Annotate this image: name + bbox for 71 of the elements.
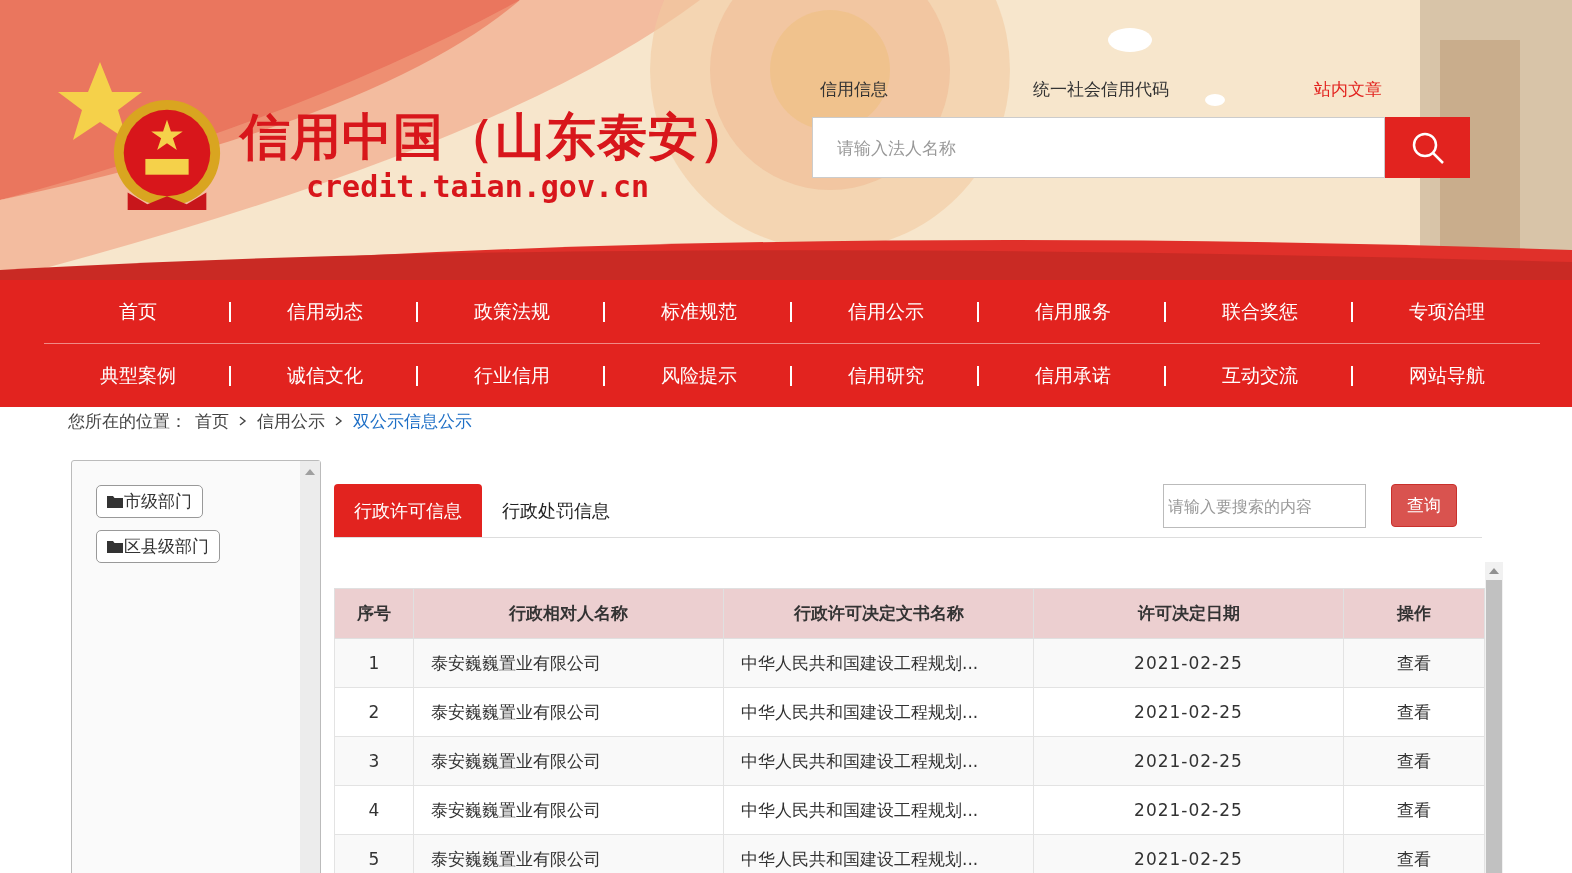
table-cell: 2 xyxy=(334,687,414,737)
search-field[interactable]: 请输入要搜索的内容 xyxy=(1163,484,1366,528)
table-cell: 泰安巍巍置业有限公司 xyxy=(413,638,724,688)
table-cell: 中华人民共和国建设工程规划... xyxy=(723,736,1034,786)
nav-link[interactable]: 信用研究 xyxy=(847,362,924,389)
scroll-up-icon[interactable] xyxy=(1489,568,1499,574)
nav-link[interactable]: 政策法规 xyxy=(473,298,550,325)
nav-link[interactable]: 信用公示 xyxy=(847,298,924,325)
view-link[interactable]: 查看 xyxy=(1397,750,1431,771)
column-header: 行政许可决定文书名称 xyxy=(723,588,1034,639)
search-type-link[interactable]: 统一社会信用代码 xyxy=(1033,78,1169,101)
breadcrumb-link[interactable]: 信用公示 xyxy=(257,409,325,433)
query-button[interactable]: 查询 xyxy=(1391,484,1457,527)
view-link[interactable]: 查看 xyxy=(1397,848,1431,869)
tab[interactable]: 行政处罚信息 xyxy=(482,484,630,537)
table-cell: 1 xyxy=(334,638,414,688)
folder-button[interactable]: 市级部门 xyxy=(96,485,203,518)
scroll-up-icon[interactable] xyxy=(305,469,315,475)
table-cell: 2021-02-25 xyxy=(1033,736,1344,786)
table-cell: 泰安巍巍置业有限公司 xyxy=(413,687,724,737)
nav-link[interactable]: 信用承诺 xyxy=(1034,362,1111,389)
table-cell: 中华人民共和国建设工程规划... xyxy=(723,687,1034,737)
nav-link[interactable]: 行业信用 xyxy=(473,362,550,389)
nav-link[interactable]: 信用服务 xyxy=(1034,298,1111,325)
search-type-link[interactable]: 站内文章 xyxy=(1314,78,1382,101)
nav-link[interactable]: 首页 xyxy=(118,298,157,325)
scrollbar[interactable] xyxy=(1485,562,1503,873)
table-cell: 中华人民共和国建设工程规划... xyxy=(723,834,1034,873)
chevron-icon xyxy=(335,416,343,426)
view-link[interactable]: 查看 xyxy=(1397,652,1431,673)
table-cell: 5 xyxy=(334,834,414,873)
table-cell: 3 xyxy=(334,736,414,786)
breadcrumb-label: 您所在的位置： xyxy=(68,409,187,433)
tab[interactable]: 行政许可信息 xyxy=(334,484,482,537)
nav-link[interactable]: 典型案例 xyxy=(99,362,176,389)
table-cell: 2021-02-25 xyxy=(1033,834,1344,873)
table-cell: 2021-02-25 xyxy=(1033,687,1344,737)
table-cell: 4 xyxy=(334,785,414,835)
chevron-icon xyxy=(239,416,247,426)
nav-link[interactable]: 网站导航 xyxy=(1408,362,1485,389)
table-cell: 2021-02-25 xyxy=(1033,638,1344,688)
nav-link[interactable]: 诚信文化 xyxy=(286,362,363,389)
table-cell: 泰安巍巍置业有限公司 xyxy=(413,834,724,873)
nav-link[interactable]: 专项治理 xyxy=(1408,298,1485,325)
search-button[interactable] xyxy=(1385,117,1470,178)
site-title: 信用中国（山东泰安） xyxy=(240,110,750,165)
search-field[interactable]: 请输入法人名称 xyxy=(812,117,1385,178)
table-cell: 2021-02-25 xyxy=(1033,785,1344,835)
nav-link[interactable]: 联合奖惩 xyxy=(1221,298,1298,325)
nav-link[interactable]: 风险提示 xyxy=(660,362,737,389)
nav-link[interactable]: 信用动态 xyxy=(286,298,363,325)
view-link[interactable]: 查看 xyxy=(1397,799,1431,820)
column-header: 行政相对人名称 xyxy=(413,588,724,639)
folder-icon xyxy=(107,540,123,553)
folder-icon xyxy=(107,495,123,508)
site-url: credit.taian.gov.cn xyxy=(306,169,650,204)
column-header: 序号 xyxy=(334,588,414,639)
table-cell: 泰安巍巍置业有限公司 xyxy=(413,785,724,835)
table-cell: 中华人民共和国建设工程规划... xyxy=(723,785,1034,835)
folder-button[interactable]: 区县级部门 xyxy=(96,530,220,563)
search-type-link[interactable]: 信用信息 xyxy=(820,78,888,101)
column-header: 许可决定日期 xyxy=(1033,588,1344,639)
nav-link[interactable]: 标准规范 xyxy=(660,298,737,325)
view-link[interactable]: 查看 xyxy=(1397,701,1431,722)
column-header: 操作 xyxy=(1343,588,1485,639)
nav-link[interactable]: 互动交流 xyxy=(1221,362,1298,389)
breadcrumb-link[interactable]: 双公示信息公示 xyxy=(353,409,472,433)
scrollbar[interactable] xyxy=(300,461,320,873)
table-cell: 泰安巍巍置业有限公司 xyxy=(413,736,724,786)
breadcrumb-link[interactable]: 首页 xyxy=(195,409,229,433)
table-cell: 中华人民共和国建设工程规划... xyxy=(723,638,1034,688)
